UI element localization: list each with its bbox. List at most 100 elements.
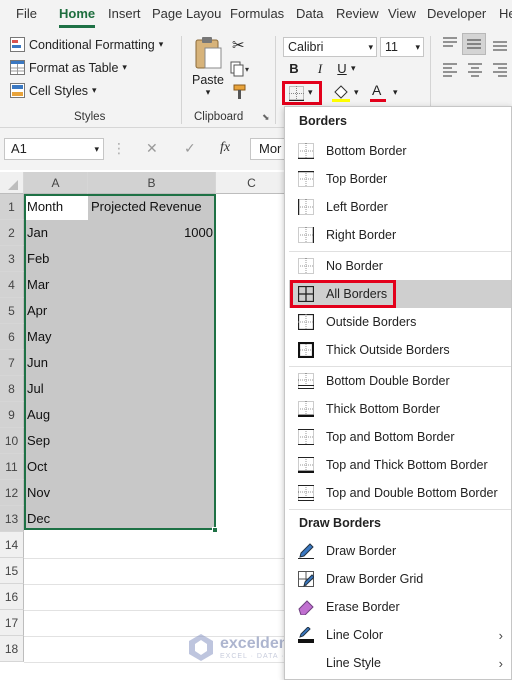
- align-middle-button[interactable]: [462, 33, 486, 55]
- tab-developer[interactable]: Developer: [427, 6, 486, 30]
- fill-color-icon[interactable]: [332, 84, 352, 105]
- paste-icon: [193, 36, 223, 73]
- row-header[interactable]: 16: [0, 584, 24, 610]
- tab-insert[interactable]: Insert: [108, 6, 141, 30]
- row-header[interactable]: 10: [0, 428, 24, 454]
- thick-bottom-border-icon: [298, 401, 314, 418]
- row-header[interactable]: 5: [0, 298, 24, 324]
- cell-a11[interactable]: Oct: [27, 454, 47, 480]
- row-header[interactable]: 9: [0, 402, 24, 428]
- right-border-item[interactable]: Right Border: [289, 221, 511, 249]
- name-box[interactable]: A1 ▾: [4, 138, 104, 160]
- bottom-double-border-item[interactable]: Bottom Double Border: [289, 367, 511, 395]
- fill-handle[interactable]: [212, 527, 218, 533]
- select-all-corner[interactable]: [0, 172, 24, 194]
- row-header[interactable]: 1: [0, 194, 24, 220]
- align-center-icon[interactable]: [467, 62, 483, 81]
- cell-styles-button[interactable]: Cell Styles ▾: [10, 83, 97, 98]
- tab-help[interactable]: He: [499, 6, 512, 30]
- cell-a4[interactable]: Mar: [27, 272, 49, 298]
- align-middle-icon: [467, 39, 481, 49]
- row-header[interactable]: 6: [0, 324, 24, 350]
- thick-outside-borders-item[interactable]: Thick Outside Borders: [289, 336, 511, 364]
- row-header[interactable]: 8: [0, 376, 24, 402]
- tab-data[interactable]: Data: [296, 6, 323, 30]
- cell-a8[interactable]: Jul: [27, 376, 44, 402]
- bottom-border-item[interactable]: Bottom Border: [289, 137, 511, 165]
- column-header-c[interactable]: C: [216, 172, 288, 194]
- row-header[interactable]: 15: [0, 558, 24, 584]
- outside-borders-item[interactable]: Outside Borders: [289, 308, 511, 336]
- top-and-bottom-border-item[interactable]: Top and Bottom Border: [289, 423, 511, 451]
- row-header[interactable]: 11: [0, 454, 24, 480]
- line-color-item[interactable]: Line Color ›: [289, 621, 511, 649]
- draw-border-grid-item[interactable]: Draw Border Grid: [289, 565, 511, 593]
- tab-file[interactable]: File: [16, 6, 37, 30]
- cancel-icon[interactable]: ✕: [146, 140, 158, 157]
- cell-b1[interactable]: Projected Revenue: [91, 194, 202, 220]
- align-left-icon[interactable]: [442, 62, 458, 81]
- bold-button[interactable]: B: [286, 61, 302, 76]
- align-bottom-icon[interactable]: [492, 36, 508, 55]
- erase-border-label: Erase Border: [326, 600, 400, 614]
- dialog-launcher-icon[interactable]: ⬊: [262, 112, 270, 123]
- cell-a2[interactable]: Jan: [27, 220, 48, 246]
- tab-page-layout[interactable]: Page Layou: [152, 6, 221, 30]
- cell-a6[interactable]: May: [27, 324, 52, 350]
- tab-view[interactable]: View: [388, 6, 416, 30]
- draw-border-item[interactable]: Draw Border: [289, 537, 511, 565]
- copy-icon[interactable]: ▾: [230, 61, 252, 80]
- borders-button[interactable]: ▾: [287, 85, 319, 103]
- ribbon-separator: [275, 36, 276, 124]
- column-header-b[interactable]: B: [88, 172, 216, 194]
- font-size-select[interactable]: 11 ▾: [380, 37, 424, 57]
- font-color-button[interactable]: A: [372, 82, 381, 98]
- cell-a10[interactable]: Sep: [27, 428, 50, 454]
- row-header[interactable]: 13: [0, 506, 24, 532]
- top-and-double-bottom-border-icon: [298, 485, 314, 501]
- row-header[interactable]: 12: [0, 480, 24, 506]
- font-name-select[interactable]: Calibri ▾: [283, 37, 377, 57]
- tab-formulas[interactable]: Formulas: [230, 6, 284, 30]
- row-header[interactable]: 3: [0, 246, 24, 272]
- cell-a7[interactable]: Jun: [27, 350, 48, 376]
- row-header[interactable]: 17: [0, 610, 24, 636]
- line-style-item[interactable]: Line Style ›: [289, 649, 511, 677]
- cell-a13[interactable]: Dec: [27, 506, 50, 532]
- top-and-thick-bottom-border-item[interactable]: Top and Thick Bottom Border: [289, 451, 511, 479]
- top-and-double-bottom-border-item[interactable]: Top and Double Bottom Border: [289, 479, 511, 507]
- bottom-double-border-label: Bottom Double Border: [326, 374, 450, 388]
- left-border-item[interactable]: Left Border: [289, 193, 511, 221]
- column-header-a[interactable]: A: [24, 172, 88, 194]
- chevron-down-icon: ▾: [393, 87, 398, 97]
- cell-b2[interactable]: 1000: [160, 220, 213, 246]
- paste-button[interactable]: Paste ▾: [192, 36, 224, 98]
- row-header[interactable]: 7: [0, 350, 24, 376]
- cell-a9[interactable]: Aug: [27, 402, 50, 428]
- row-header[interactable]: 2: [0, 220, 24, 246]
- enter-icon[interactable]: ✓: [184, 140, 196, 157]
- format-as-table-button[interactable]: Format as Table ▾: [10, 60, 127, 75]
- row-header[interactable]: 18: [0, 636, 24, 662]
- thick-bottom-border-item[interactable]: Thick Bottom Border: [289, 395, 511, 423]
- underline-button[interactable]: U: [334, 61, 350, 76]
- tab-review[interactable]: Review: [336, 6, 379, 30]
- cell-a3[interactable]: Feb: [27, 246, 49, 272]
- chevron-down-icon: ▾: [94, 144, 99, 154]
- cell-a5[interactable]: Apr: [27, 298, 47, 324]
- conditional-formatting-button[interactable]: Conditional Formatting ▾: [10, 37, 163, 52]
- erase-border-item[interactable]: Erase Border: [289, 593, 511, 621]
- insert-function-button[interactable]: fx: [220, 140, 230, 156]
- format-painter-icon[interactable]: [232, 84, 248, 103]
- align-right-icon[interactable]: [492, 62, 508, 81]
- row-header[interactable]: 4: [0, 272, 24, 298]
- italic-button[interactable]: I: [312, 61, 328, 77]
- top-border-item[interactable]: Top Border: [289, 165, 511, 193]
- no-border-item[interactable]: No Border: [289, 252, 511, 280]
- cell-a1[interactable]: Month: [27, 194, 63, 220]
- tab-home[interactable]: Home: [59, 6, 96, 30]
- cut-icon[interactable]: ✂: [232, 36, 245, 54]
- row-header[interactable]: 14: [0, 532, 24, 558]
- cell-a12[interactable]: Nov: [27, 480, 50, 506]
- align-top-icon[interactable]: [442, 36, 458, 55]
